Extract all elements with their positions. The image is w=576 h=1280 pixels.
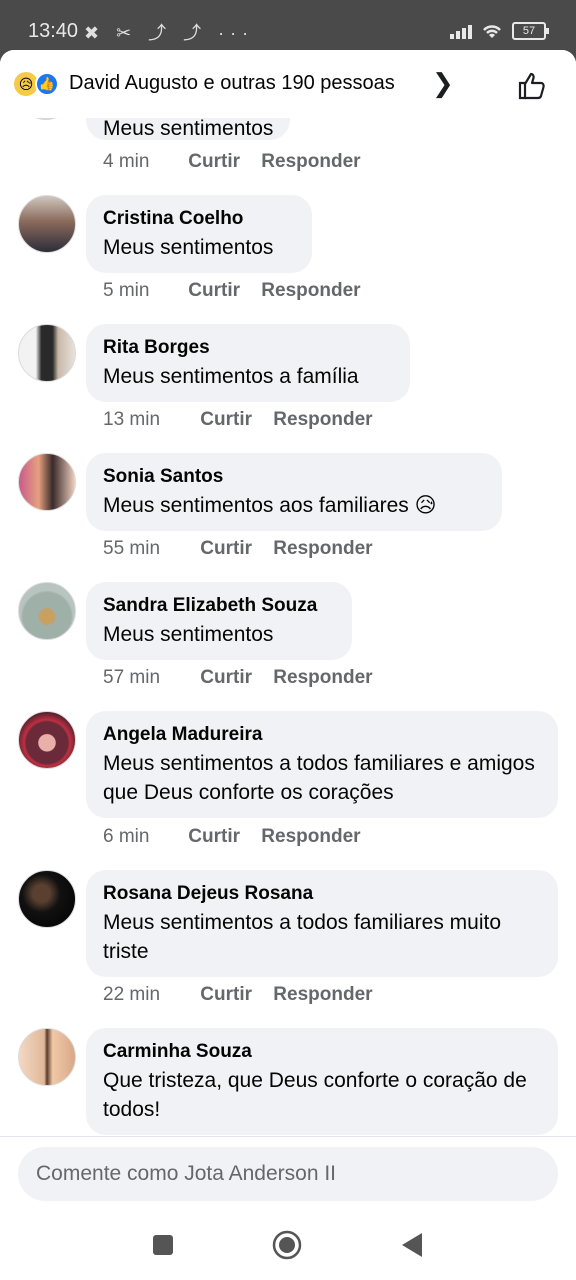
wifi-icon [483, 25, 501, 38]
reply-button[interactable]: Responder [273, 984, 372, 1005]
comment-bubble: Sonia Santos Meus sentimentos aos famili… [86, 453, 502, 531]
like-button[interactable]: Curtir [200, 667, 252, 688]
avatar[interactable] [18, 711, 76, 769]
status-bar: 13:40 ✖ ✂ ⤴ ⤴ ··· 57 [0, 0, 576, 50]
like-reaction-icon: 👍 [35, 72, 59, 96]
recents-icon[interactable] [152, 1234, 174, 1256]
reply-button[interactable]: Responder [261, 151, 360, 172]
comment-bubble: Angela Madureira Meus sentimentos a todo… [86, 711, 558, 818]
comment-time: 4 min [103, 151, 150, 172]
comment-input[interactable] [18, 1147, 558, 1201]
comment-time: 13 min [103, 409, 161, 430]
battery-icon: 57 [512, 22, 549, 40]
reaction-icons: 😥 👍 [14, 72, 59, 96]
reply-button[interactable]: Responder [261, 280, 360, 301]
comment-meta: 6 min Curtir Responder [103, 826, 375, 848]
comment-bubble: Cristina Coelho Meus sentimentos [86, 195, 312, 273]
commenter-name[interactable]: Rita Borges [103, 334, 393, 362]
comment-meta: 55 min Curtir Responder [103, 538, 387, 560]
comment-text: Meus sentimentos [103, 623, 274, 646]
reactions-header[interactable]: 😥 👍 David Augusto e outras 190 pessoas ❯ [0, 50, 576, 118]
reply-button[interactable]: Responder [273, 409, 372, 430]
back-icon[interactable] [400, 1232, 424, 1258]
reply-button[interactable]: Responder [273, 667, 372, 688]
like-button[interactable]: Curtir [188, 826, 240, 847]
avatar[interactable] [18, 324, 76, 382]
like-button[interactable]: Curtir [200, 409, 252, 430]
comments-sheet: 😥 👍 David Augusto e outras 190 pessoas ❯… [0, 50, 576, 1210]
commenter-name[interactable]: Rosana Dejeus Rosana [103, 880, 541, 908]
home-icon[interactable] [272, 1230, 302, 1260]
reply-button[interactable]: Responder [273, 538, 372, 559]
comment-composer [0, 1136, 576, 1210]
avatar[interactable] [18, 1028, 76, 1086]
commenter-name[interactable]: Angela Madureira [103, 721, 541, 749]
comment-time: 55 min [103, 538, 161, 559]
like-button[interactable]: Curtir [188, 151, 240, 172]
system-nav-bar [0, 1210, 576, 1280]
like-button[interactable]: Curtir [200, 538, 252, 559]
avatar[interactable] [18, 870, 76, 928]
comment-meta: 22 min Curtir Responder [103, 984, 387, 1006]
reactions-summary[interactable]: David Augusto e outras 190 pessoas [69, 72, 395, 95]
comment-meta: 13 min Curtir Responder [103, 409, 387, 431]
comment-bubble: Sandra Elizabeth Souza Meus sentimentos [86, 582, 352, 660]
comment-time: 5 min [103, 280, 150, 301]
status-time: 13:40 [28, 20, 79, 42]
comment-time: 57 min [103, 667, 161, 688]
comment-meta: 57 min Curtir Responder [103, 667, 387, 689]
like-button[interactable]: Curtir [188, 280, 240, 301]
comment-text: Meus sentimentos a todos familiares muit… [103, 911, 502, 963]
like-icon[interactable] [516, 70, 548, 102]
avatar[interactable] [18, 195, 76, 253]
comment-bubble: Rita Borges Meus sentimentos a família [86, 324, 410, 402]
commenter-name[interactable]: Sandra Elizabeth Souza [103, 592, 335, 620]
comment-text: Que tristeza, que Deus conforte o coraçã… [103, 1069, 527, 1121]
commenter-name[interactable]: Sonia Santos [103, 463, 485, 491]
status-right: 57 [450, 22, 549, 40]
comment-bubble: Carminha Souza Que tristeza, que Deus co… [86, 1028, 558, 1135]
comment-text: Meus sentimentos [103, 117, 274, 140]
commenter-name[interactable]: Carminha Souza [103, 1038, 541, 1066]
like-button[interactable]: Curtir [200, 984, 252, 1005]
comment-meta: 4 min Curtir Responder [103, 151, 375, 173]
comment-time: 6 min [103, 826, 150, 847]
notification-icons: ✖ ✂ ⤴ ⤴ ··· [84, 23, 255, 43]
comment-text: Meus sentimentos aos familiares 😥 [103, 494, 437, 517]
chevron-right-icon[interactable]: ❯ [432, 68, 454, 99]
avatar[interactable] [18, 453, 76, 511]
comment-text: Meus sentimentos a todos familiares e am… [103, 752, 535, 804]
avatar[interactable] [18, 582, 76, 640]
reply-button[interactable]: Responder [261, 826, 360, 847]
comment-meta: 5 min Curtir Responder [103, 280, 375, 302]
comment-text: Meus sentimentos [103, 236, 274, 259]
comment-text: Meus sentimentos a família [103, 365, 359, 388]
comment-time: 22 min [103, 984, 161, 1005]
comment-bubble: Rosana Dejeus Rosana Meus sentimentos a … [86, 870, 558, 977]
signal-icon [450, 23, 472, 39]
commenter-name[interactable]: Cristina Coelho [103, 205, 295, 233]
